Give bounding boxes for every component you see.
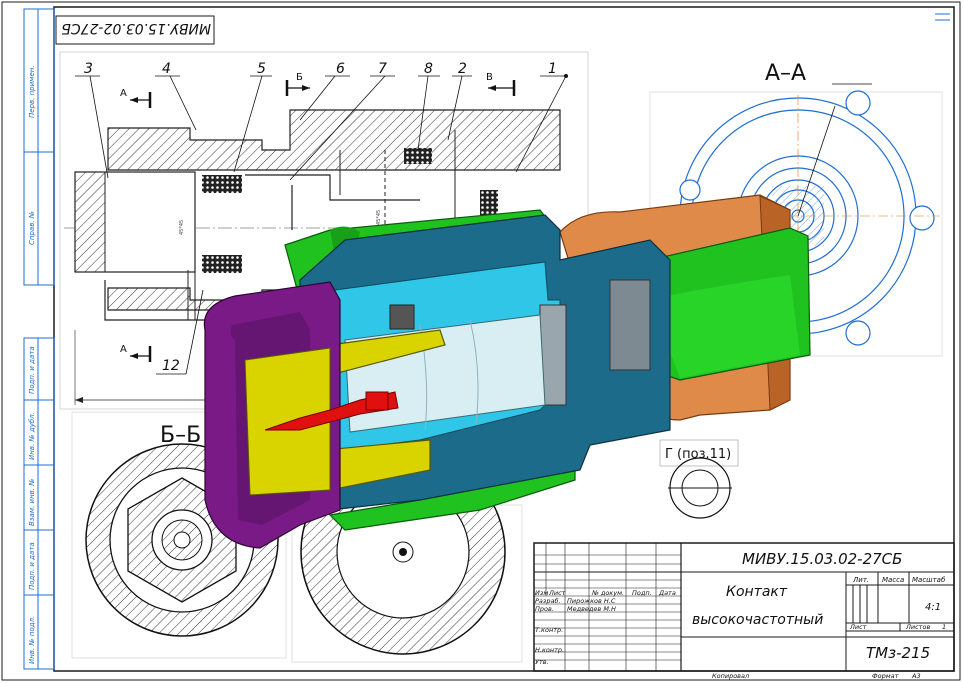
knurl-insert-lower <box>202 255 242 273</box>
cut-label-a-bottom: А <box>120 344 127 355</box>
tb-name-1: Контакт <box>726 584 788 600</box>
tb-col-date: Дата <box>658 589 676 597</box>
callout-5: 5 <box>257 61 266 77</box>
tb-format-value: А3 <box>911 672 921 680</box>
tb-sheet-label: Лист <box>849 623 867 631</box>
stamp-inv-orig: Инв. № подл. <box>28 616 36 664</box>
tb-scale-value: 4:1 <box>925 602 941 613</box>
callout-3: 3 <box>84 61 93 77</box>
tb-col-izm: Изм <box>535 589 548 597</box>
stamp-replace-inv: Взам. инв. № <box>28 478 36 526</box>
tb-person-1: Пирожков Н.С <box>567 597 616 605</box>
tb-mass-label: Масса <box>882 576 904 584</box>
drawing-sheet: Перв. примен. Справ. № Подп. и дата Инв.… <box>1 1 961 681</box>
tb-role-approved: Утв. <box>535 658 549 666</box>
tb-col-sign: Подп. <box>632 589 652 597</box>
stamp-sign-date-1: Подп. и дата <box>28 346 36 394</box>
stamp-sign-date-2: Подп. и дата <box>28 542 36 590</box>
tb-org: ТМз-215 <box>866 644 930 662</box>
svg-text:МИВУ.15.03.02-27СБ: МИВУ.15.03.02-27СБ <box>61 20 211 36</box>
callout-4: 4 <box>162 61 171 77</box>
tb-name-2: высокочастотный <box>692 612 823 628</box>
callout-7: 7 <box>378 61 387 77</box>
callout-2: 2 <box>458 61 467 77</box>
tb-sheets-value: 1 <box>942 623 946 631</box>
view-g-label: Г (поз.11) <box>665 447 731 462</box>
tb-designation: МИВУ.15.03.02-27СБ <box>742 550 902 568</box>
tb-role-checker: Пров. <box>535 605 554 613</box>
section-aa-label: А–А <box>765 61 806 86</box>
tb-col-doc: № докум. <box>591 589 624 597</box>
tb-format-label: Формат <box>872 672 899 680</box>
callout-8: 8 <box>424 61 433 77</box>
tb-role-tcontrol: Т.контр. <box>535 626 563 634</box>
stamp-inv-dubl: Инв. № дубл. <box>28 412 36 460</box>
tb-person-2: Медведев М.Н <box>567 605 616 613</box>
tb-col-list: Лист <box>548 589 566 597</box>
tb-copied: Копировал <box>712 672 749 680</box>
tb-role-ncontrol: Н.контр. <box>535 646 564 654</box>
svg-text:45*45: 45*45 <box>376 210 382 225</box>
stamp-ref-no: Справ. № <box>28 211 36 245</box>
stamp-first-use: Перв. примен. <box>28 65 36 118</box>
tb-lit-label: Лит. <box>852 576 869 584</box>
cut-label-a-top: А <box>120 88 127 99</box>
knurl-insert-upper <box>202 175 242 193</box>
tb-role-developer: Разраб. <box>535 597 561 605</box>
callout-12: 12 <box>162 358 180 374</box>
callout-1: 1 <box>548 61 557 77</box>
svg-text:45*45: 45*45 <box>179 220 185 235</box>
cut-label-b: Б <box>296 72 303 83</box>
cut-label-v: В <box>486 72 493 83</box>
callout-6: 6 <box>336 61 345 77</box>
tb-scale-label: Масштаб <box>912 576 946 584</box>
tb-sheets-label: Листов <box>905 623 930 631</box>
